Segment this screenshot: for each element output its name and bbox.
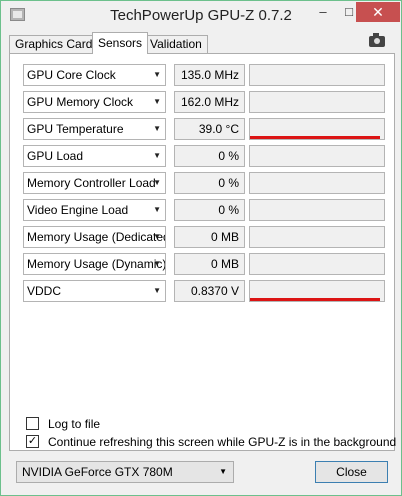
log-to-file-label: Log to file: [48, 417, 101, 431]
sensor-row: VDDC ▼ 0.8370 V: [23, 280, 385, 302]
dropdown-arrow-icon: ▼: [153, 151, 161, 160]
dropdown-arrow-icon: ▼: [153, 124, 161, 133]
sensor-value: 39.0 °C: [174, 118, 245, 140]
sensor-value: 162.0 MHz: [174, 91, 245, 113]
sensor-name: Video Engine Load: [27, 203, 129, 217]
sensor-select[interactable]: GPU Core Clock ▼: [23, 64, 166, 86]
sensor-select[interactable]: Memory Usage (Dedicated) ▼: [23, 226, 166, 248]
dropdown-arrow-icon: ▼: [153, 97, 161, 106]
sensor-name: Memory Usage (Dedicated): [27, 230, 166, 244]
sensor-row: Memory Usage (Dedicated) ▼ 0 MB: [23, 226, 385, 248]
close-button[interactable]: Close: [315, 461, 388, 483]
sensor-graph: [249, 118, 385, 140]
sensor-value: 0 %: [174, 145, 245, 167]
sensor-name: GPU Load: [27, 149, 84, 163]
tab-validation[interactable]: Validation: [144, 35, 208, 53]
sensor-graph: [249, 199, 385, 221]
sensor-value: 0 %: [174, 172, 245, 194]
continue-refresh-checkbox[interactable]: ✓: [26, 435, 39, 448]
sensor-row: GPU Temperature ▼ 39.0 °C: [23, 118, 385, 140]
minimize-button[interactable]: –: [310, 2, 336, 22]
graph-bar: [250, 136, 380, 139]
close-window-button[interactable]: ✕: [356, 2, 400, 22]
sensor-value: 0.8370 V: [174, 280, 245, 302]
sensor-select[interactable]: GPU Load ▼: [23, 145, 166, 167]
dropdown-arrow-icon: ▼: [219, 467, 227, 476]
sensor-row: Memory Controller Load ▼ 0 %: [23, 172, 385, 194]
gpu-selector[interactable]: NVIDIA GeForce GTX 780M ▼: [16, 461, 234, 483]
sensor-value: 0 %: [174, 199, 245, 221]
sensor-name: GPU Temperature: [27, 122, 124, 136]
title-bar[interactable]: TechPowerUp GPU-Z 0.7.2 – □ ✕: [1, 1, 401, 31]
sensor-graph: [249, 64, 385, 86]
tab-graphics-card[interactable]: Graphics Card: [9, 35, 99, 53]
dropdown-arrow-icon: ▼: [153, 286, 161, 295]
sensor-select[interactable]: VDDC ▼: [23, 280, 166, 302]
dropdown-arrow-icon: ▼: [153, 205, 161, 214]
log-to-file-checkbox[interactable]: [26, 417, 39, 430]
sensor-select[interactable]: Memory Controller Load ▼: [23, 172, 166, 194]
sensor-value: 0 MB: [174, 226, 245, 248]
sensor-row: GPU Core Clock ▼ 135.0 MHz: [23, 64, 385, 86]
tab-sensors[interactable]: Sensors: [92, 32, 149, 54]
sensor-select[interactable]: Video Engine Load ▼: [23, 199, 166, 221]
sensor-select[interactable]: GPU Temperature ▼: [23, 118, 166, 140]
sensor-row: GPU Load ▼ 0 %: [23, 145, 385, 167]
sensor-row: GPU Memory Clock ▼ 162.0 MHz: [23, 91, 385, 113]
sensor-row: Video Engine Load ▼ 0 %: [23, 199, 385, 221]
continue-refresh-label: Continue refreshing this screen while GP…: [48, 435, 397, 449]
sensor-graph: [249, 226, 385, 248]
sensor-select[interactable]: GPU Memory Clock ▼: [23, 91, 166, 113]
gpuz-window: TechPowerUp GPU-Z 0.7.2 – □ ✕ Graphics C…: [0, 0, 402, 496]
sensor-name: GPU Core Clock: [27, 68, 116, 82]
dropdown-arrow-icon: ▼: [153, 178, 161, 187]
sensor-graph: [249, 280, 385, 302]
sensor-graph: [249, 172, 385, 194]
sensor-name: Memory Controller Load: [27, 176, 156, 190]
sensors-panel: GPU Core Clock ▼ 135.0 MHz GPU Memory Clo…: [9, 53, 397, 451]
sensor-row: Memory Usage (Dynamic) ▼ 0 MB: [23, 253, 385, 275]
sensor-value: 0 MB: [174, 253, 245, 275]
sensor-select[interactable]: Memory Usage (Dynamic) ▼: [23, 253, 166, 275]
dropdown-arrow-icon: ▼: [153, 232, 161, 241]
sensor-graph: [249, 145, 385, 167]
tab-bar: Graphics Card Sensors Validation: [9, 31, 397, 54]
sensor-graph: [249, 253, 385, 275]
sensor-name: GPU Memory Clock: [27, 95, 134, 109]
sensor-name: Memory Usage (Dynamic): [27, 257, 166, 271]
gpu-selector-value: NVIDIA GeForce GTX 780M: [22, 465, 173, 479]
screenshot-camera-icon[interactable]: [369, 33, 385, 47]
dropdown-arrow-icon: ▼: [153, 259, 161, 268]
sensor-name: VDDC: [27, 284, 62, 298]
dropdown-arrow-icon: ▼: [153, 70, 161, 79]
graph-bar: [250, 298, 380, 301]
sensor-graph: [249, 91, 385, 113]
sensor-value: 135.0 MHz: [174, 64, 245, 86]
